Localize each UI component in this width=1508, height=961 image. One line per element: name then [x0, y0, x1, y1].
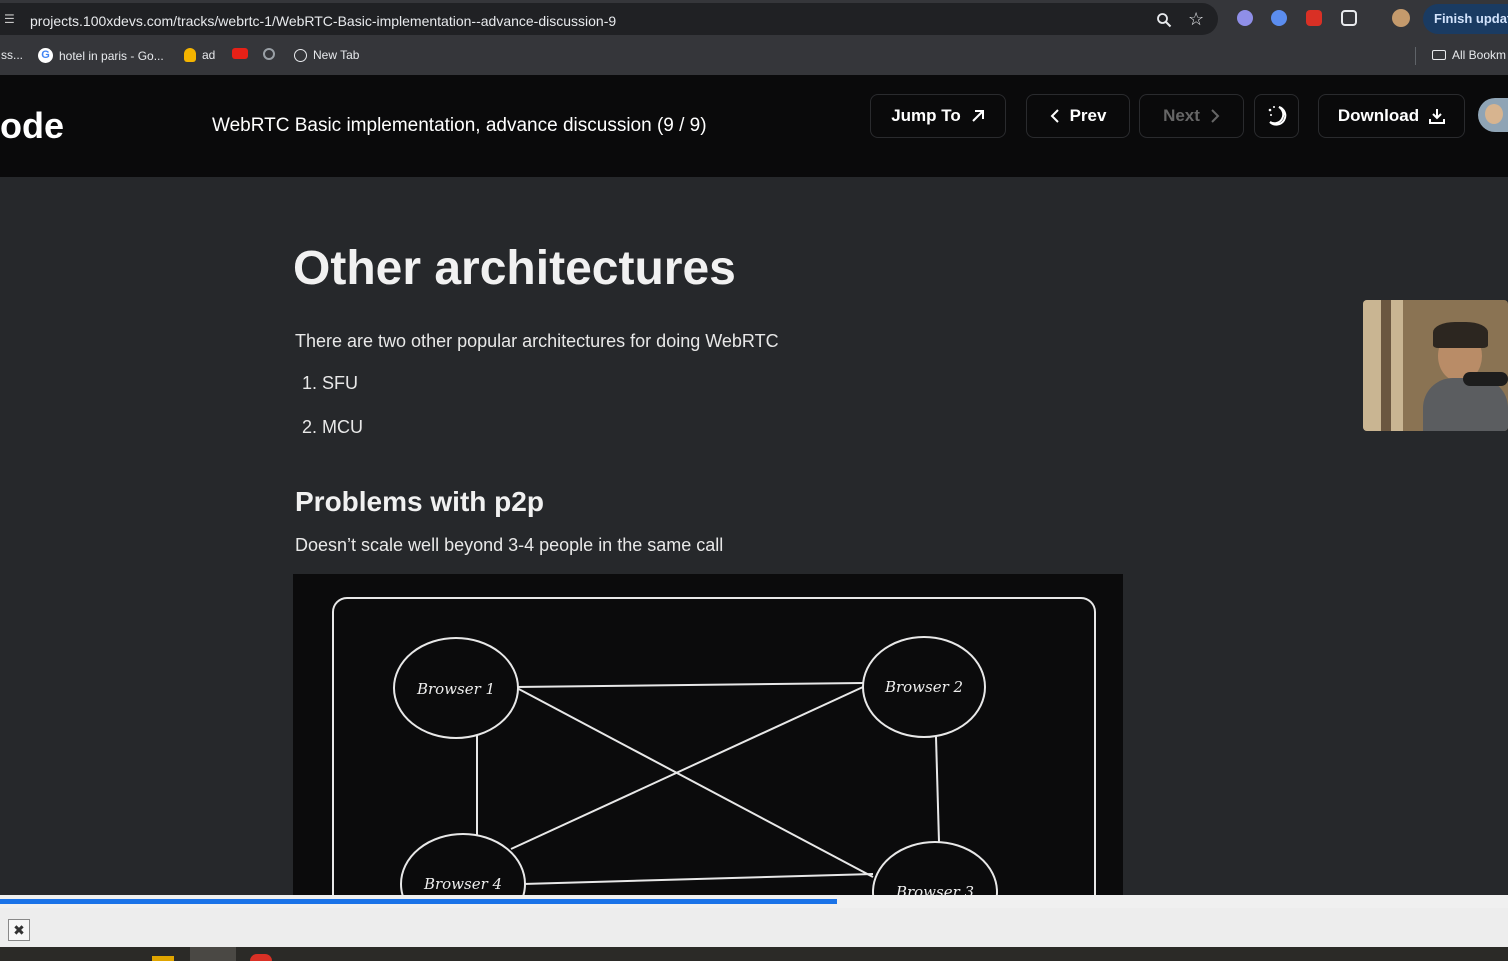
player-controls: ✖ [0, 908, 1508, 947]
taskbar-app-icon[interactable] [250, 954, 272, 961]
bookmarks-divider [1415, 47, 1416, 65]
url-text[interactable]: projects.100xdevs.com/tracks/webrtc-1/We… [30, 13, 616, 29]
jump-to-button[interactable]: Jump To [870, 94, 1006, 138]
edge-4-3 [522, 873, 874, 885]
user-avatar[interactable] [1478, 98, 1508, 132]
p2p-diagram: Browser 1 Browser 2 Browser 4 Browser 3 [293, 574, 1123, 895]
taskbar-app-icon[interactable] [190, 947, 236, 961]
profile-avatar-icon[interactable] [1392, 9, 1410, 27]
list-item: 1. SFU [302, 373, 359, 393]
edge-2-3 [935, 736, 940, 843]
bookmark-item[interactable] [263, 48, 275, 60]
lesson-title: WebRTC Basic implementation, advance dis… [212, 115, 707, 136]
bookmark-item[interactable]: ss... [1, 48, 23, 62]
arrow-up-right-icon [972, 110, 984, 122]
extension-icon[interactable] [1271, 10, 1287, 26]
browser-toolbar: ☰ projects.100xdevs.com/tracks/webrtc-1/… [0, 0, 1508, 38]
settings-icon [263, 48, 275, 60]
bookmark-label: hotel in paris - Go... [59, 48, 164, 63]
section-heading: Problems with p2p [295, 486, 544, 517]
edge-1-2 [514, 682, 864, 688]
extension-icon[interactable] [1237, 10, 1253, 26]
folder-icon [1432, 50, 1446, 60]
theme-toggle-button[interactable] [1254, 94, 1299, 138]
next-button[interactable]: Next [1139, 94, 1244, 138]
article-content: Other architectures There are two other … [0, 177, 1508, 895]
google-icon: G [38, 48, 53, 63]
bookmark-item[interactable]: New Tab [294, 48, 359, 62]
p2p-mesh-diagram: Browser 1 Browser 2 Browser 4 Browser 3 [332, 597, 1096, 895]
prev-label: Prev [1069, 106, 1107, 125]
download-icon [1429, 109, 1446, 124]
zoom-icon[interactable] [1156, 12, 1172, 28]
extensions-puzzle-icon[interactable] [1341, 10, 1357, 26]
globe-icon [294, 48, 307, 62]
chevron-left-icon [1050, 109, 1059, 123]
site-settings-icon[interactable]: ☰ [4, 13, 18, 25]
browser-1-label: Browser 1 [416, 680, 495, 698]
finish-update-button[interactable]: Finish update [1423, 4, 1508, 34]
address-bar[interactable]: ☰ projects.100xdevs.com/tracks/webrtc-1/… [0, 3, 1218, 35]
edge-1-3 [514, 686, 874, 878]
all-bookmarks-label: All Bookm [1452, 48, 1507, 62]
youtube-icon [232, 48, 248, 59]
moon-stars-icon [1268, 106, 1286, 126]
bookmark-item[interactable] [232, 48, 248, 59]
bookmarks-bar: ss... Ghotel in paris - Go... ad New Tab… [0, 38, 1508, 75]
shuffle-icon[interactable]: ✖ [8, 919, 30, 941]
prev-button[interactable]: Prev [1026, 94, 1130, 138]
download-button[interactable]: Download [1318, 94, 1465, 138]
extension-icon[interactable] [1306, 10, 1322, 26]
os-taskbar [0, 947, 1508, 961]
chevron-right-icon [1211, 109, 1220, 123]
page-title: Other architectures [293, 242, 736, 295]
download-label: Download [1337, 106, 1420, 125]
bookmark-label: ad [202, 48, 216, 62]
brand-logo[interactable]: ode [0, 105, 64, 147]
site-header: ode WebRTC Basic implementation, advance… [0, 75, 1508, 178]
bookmark-star-icon[interactable]: ☆ [1188, 10, 1204, 28]
video-progress-fill [0, 899, 837, 904]
video-progress-bar[interactable] [0, 895, 1508, 908]
bookmark-label: ss... [1, 48, 24, 62]
taskbar-app-icon[interactable] [152, 956, 174, 961]
bookmark-item[interactable]: Ghotel in paris - Go... [38, 48, 164, 63]
browser-3-label: Browser 3 [895, 883, 974, 895]
flame-icon [184, 48, 196, 62]
section-paragraph: Doesn’t scale well beyond 3-4 people in … [295, 535, 724, 555]
bookmark-item[interactable]: ad [184, 48, 215, 62]
webcam-overlay[interactable] [1363, 300, 1508, 431]
edge-2-4 [510, 686, 864, 850]
browser-4-label: Browser 4 [423, 875, 502, 893]
next-label: Next [1163, 106, 1200, 125]
list-item: 2. MCU [302, 417, 364, 437]
jump-to-label: Jump To [891, 106, 961, 125]
bookmark-label: New Tab [313, 48, 360, 62]
all-bookmarks-item[interactable]: All Bookm [1432, 48, 1506, 62]
browser-2-label: Browser 2 [884, 678, 963, 696]
intro-paragraph: There are two other popular architecture… [295, 331, 779, 351]
